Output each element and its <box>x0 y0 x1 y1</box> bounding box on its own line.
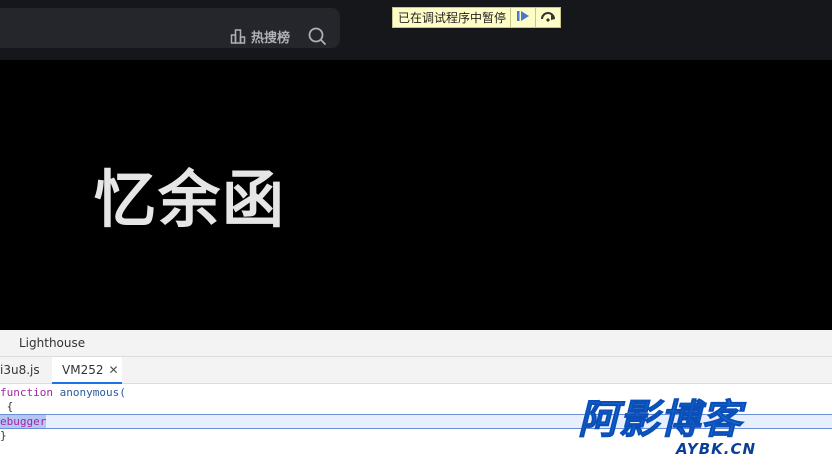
code-keyword: function <box>0 386 53 399</box>
hero-banner: 忆余函 <box>0 60 832 330</box>
search-bar[interactable]: 热搜榜 <box>0 8 340 48</box>
code-keyword-debugger: ebugger <box>0 415 47 428</box>
devtools-tab-bar: Lighthouse <box>0 330 832 357</box>
file-tab-label: VM252 <box>62 362 104 377</box>
hot-search-label: 热搜榜 <box>251 30 291 46</box>
file-tab-script[interactable]: i3u8.js <box>0 363 40 377</box>
step-over-button[interactable] <box>535 8 560 27</box>
step-over-icon <box>540 10 556 25</box>
watermark-title: 阿影博客 <box>578 397 742 444</box>
file-tab-bar: i3u8.js VM252 ✕ <box>0 357 832 384</box>
watermark-logo: 阿影博客 AYBK.CN <box>578 397 814 459</box>
code-text: } <box>0 429 7 442</box>
hero-title: 忆余函 <box>94 163 287 236</box>
watermark-domain: AYBK.CN <box>676 440 757 458</box>
code-text: anonymous( <box>52 386 126 399</box>
code-text: { <box>0 400 14 413</box>
paused-message: 已在调试程序中暂停 <box>398 11 507 25</box>
file-tab-vm252[interactable]: VM252 ✕ <box>52 357 122 384</box>
close-icon[interactable]: ✕ <box>108 363 118 377</box>
debugger-paused-overlay: 已在调试程序中暂停 <box>392 7 562 28</box>
search-icon[interactable] <box>307 26 327 46</box>
hot-search-link[interactable]: 热搜榜 <box>230 25 290 47</box>
resume-button[interactable] <box>510 8 535 27</box>
tab-lighthouse[interactable]: Lighthouse <box>19 336 85 350</box>
resume-icon <box>516 10 530 25</box>
bar-chart-icon <box>230 28 246 44</box>
